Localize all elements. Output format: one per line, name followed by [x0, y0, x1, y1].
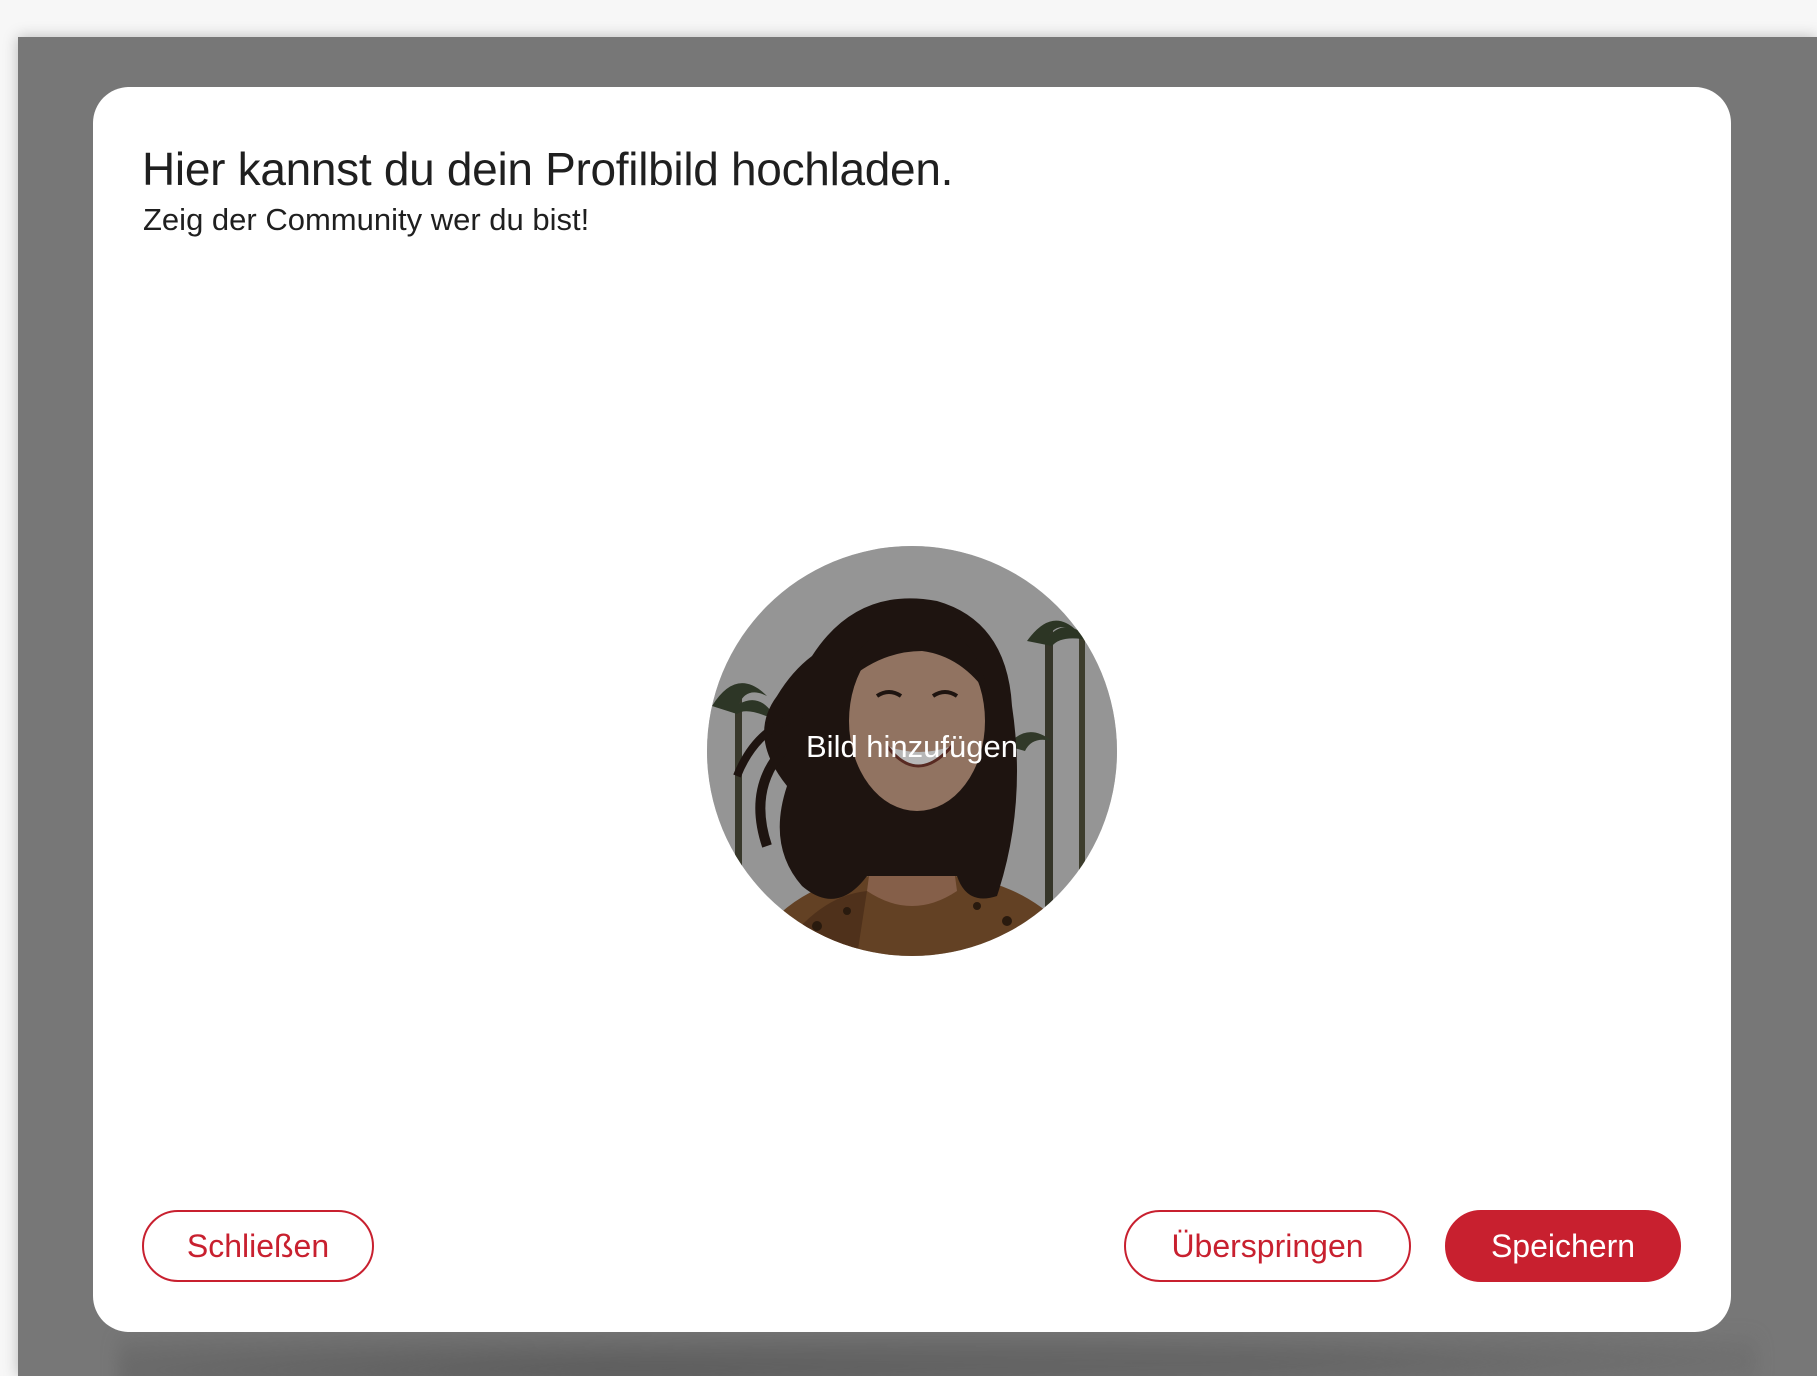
close-button[interactable]: Schließen: [142, 1210, 374, 1282]
save-button[interactable]: Speichern: [1445, 1210, 1681, 1282]
skip-button[interactable]: Überspringen: [1124, 1210, 1411, 1282]
dialog-subtitle: Zeig der Community wer du bist!: [143, 202, 590, 237]
profile-picture-dialog: Hier kannst du dein Profilbild hochladen…: [93, 87, 1731, 1332]
add-picture-label: Bild hinzufügen: [806, 729, 1018, 764]
dialog-title: Hier kannst du dein Profilbild hochladen…: [142, 143, 954, 195]
avatar-upload[interactable]: Bild hinzufügen: [707, 546, 1117, 956]
